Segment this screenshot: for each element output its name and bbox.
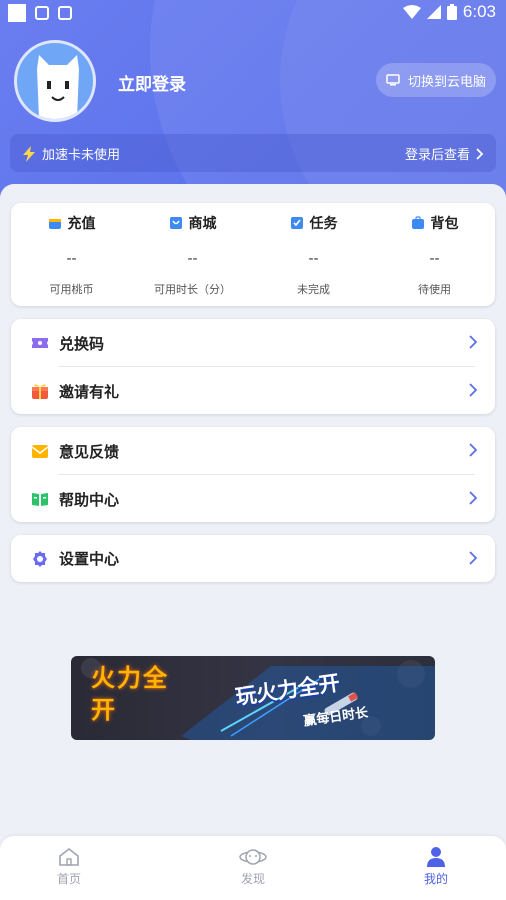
menu-item-label: 帮助中心	[59, 490, 120, 509]
tab-label: 发现	[240, 872, 265, 886]
tab-label: 我的	[423, 872, 448, 886]
stat-subtitle: 未完成	[297, 283, 330, 296]
store-icon	[169, 217, 182, 229]
menu-item-redeem-code[interactable]: 兑换码	[11, 319, 495, 367]
tab-label: 首页	[56, 872, 81, 886]
menu-item-feedback[interactable]: 意见反馈	[11, 427, 495, 475]
speed-card-action: 登录后查看	[404, 148, 470, 163]
chevron-right-icon	[469, 551, 477, 565]
home-icon	[59, 847, 79, 866]
ticket-icon	[32, 338, 48, 348]
switch-label: 切换到云电脑	[407, 74, 486, 90]
menu-group-support: 意见反馈 帮助中心	[11, 427, 495, 522]
avatar[interactable]	[14, 40, 96, 122]
menu-item-label: 兑换码	[59, 334, 105, 353]
chevron-right-icon	[469, 335, 477, 349]
stat-backpack[interactable]: 背包 -- 待使用	[374, 203, 495, 306]
menu-group-rewards: 兑换码 邀请有礼	[11, 319, 495, 414]
bottom-tab-bar: 首页 发现 我的	[0, 836, 506, 900]
chevron-right-icon	[469, 383, 477, 397]
stat-store[interactable]: 商城 -- 可用时长（分）	[132, 203, 253, 306]
stat-value: --	[429, 251, 440, 267]
task-icon	[290, 217, 303, 229]
chevron-right-icon	[469, 491, 477, 505]
stat-title: 商城	[188, 216, 217, 232]
stat-subtitle: 待使用	[418, 283, 451, 296]
lightning-icon	[23, 145, 35, 162]
mail-icon	[31, 445, 49, 458]
stat-subtitle: 可用桃币	[49, 283, 94, 296]
gear-icon	[33, 550, 47, 567]
stats-card: 充值 -- 可用桃币 商城 -- 可用时长（分） 任务 -- 未完成 背包 --…	[11, 203, 495, 306]
menu-group-settings: 设置中心	[11, 535, 495, 582]
stat-value: --	[308, 251, 319, 267]
book-icon	[32, 493, 48, 506]
app-notification-icon	[58, 6, 72, 20]
speed-card-bar[interactable]: 加速卡未使用 登录后查看	[10, 134, 496, 172]
banner-logo: 火力全开	[91, 664, 169, 724]
user-icon	[427, 847, 445, 867]
app-notification-icon	[35, 6, 49, 20]
switch-to-cloud-pc-button[interactable]: 切换到云电脑	[376, 63, 496, 97]
menu-item-label: 设置中心	[59, 550, 120, 568]
wallet-icon	[48, 219, 61, 229]
stat-title: 充值	[67, 216, 96, 232]
stat-recharge[interactable]: 充值 -- 可用桃币	[11, 203, 132, 306]
stat-task[interactable]: 任务 -- 未完成	[253, 203, 374, 306]
backpack-icon	[411, 216, 424, 229]
gift-icon	[32, 384, 48, 399]
tab-discover[interactable]: 发现	[213, 844, 293, 887]
stat-value: --	[66, 251, 77, 267]
stat-value: --	[187, 251, 198, 267]
clock: 6:03	[462, 2, 496, 21]
monitor-icon	[386, 74, 400, 86]
signal-icon	[426, 5, 441, 19]
tab-mine[interactable]: 我的	[396, 844, 476, 887]
chevron-right-icon	[476, 147, 484, 160]
stat-title: 背包	[430, 216, 459, 232]
promo-banner[interactable]: 火力全开 玩火力全开 赢每日时长	[71, 656, 435, 740]
login-link[interactable]: 立即登录	[118, 70, 186, 95]
battery-icon	[446, 4, 457, 20]
menu-item-invite[interactable]: 邀请有礼	[11, 367, 495, 415]
tab-home[interactable]: 首页	[29, 844, 109, 887]
wifi-icon	[402, 5, 421, 19]
notification-icon	[8, 4, 26, 22]
chevron-right-icon	[469, 443, 477, 457]
menu-item-label: 邀请有礼	[59, 382, 120, 401]
stat-title: 任务	[309, 216, 338, 232]
status-bar: 6:03	[0, 0, 506, 26]
menu-item-help[interactable]: 帮助中心	[11, 475, 495, 523]
speed-card-status: 加速卡未使用	[42, 148, 121, 163]
stat-subtitle: 可用时长（分）	[154, 283, 231, 296]
planet-icon	[239, 849, 267, 865]
menu-item-label: 意见反馈	[59, 442, 120, 461]
menu-item-settings[interactable]: 设置中心	[11, 535, 495, 582]
